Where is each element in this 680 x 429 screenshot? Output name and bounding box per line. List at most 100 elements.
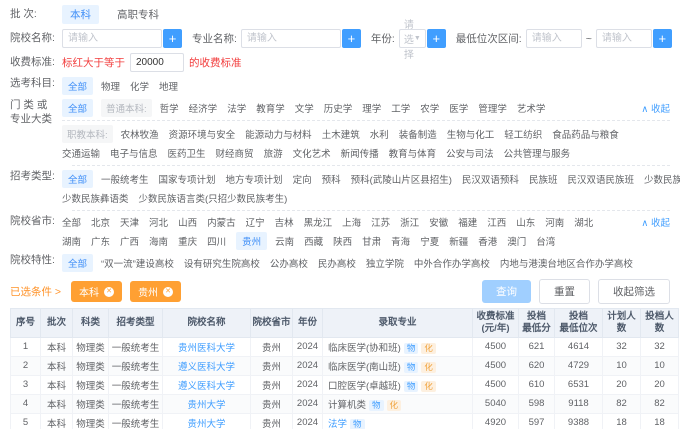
filter-option[interactable]: 土木建筑	[322, 127, 360, 141]
filter-option[interactable]: 水利	[370, 127, 389, 141]
close-icon[interactable]: ✕	[104, 287, 114, 297]
filter-option[interactable]: 交通运输	[62, 146, 100, 160]
filter-option[interactable]: 澳门	[507, 234, 526, 248]
filter-option[interactable]: 历史学	[324, 101, 353, 115]
filter-option[interactable]: 甘肃	[362, 234, 381, 248]
filter-option[interactable]: 能源动力与材料	[245, 127, 312, 141]
rank-range-min-input[interactable]	[526, 29, 582, 48]
fee-threshold-input[interactable]	[130, 53, 184, 72]
filter-option[interactable]: 贵州	[236, 232, 267, 250]
filter-option[interactable]: 化学	[130, 79, 149, 93]
filter-option[interactable]: 物理	[101, 79, 120, 93]
filter-option[interactable]: 吉林	[275, 215, 294, 229]
filter-option[interactable]: 预科(武陵山片区县招生)	[351, 172, 452, 186]
filter-option[interactable]: 广东	[91, 234, 110, 248]
major-name-input[interactable]	[241, 29, 341, 48]
filter-option[interactable]: 国家专项计划	[159, 172, 216, 186]
filter-option[interactable]: 少数民族语言类	[644, 172, 680, 186]
filter-option[interactable]: 湖南	[62, 234, 81, 248]
college-link[interactable]: 遵义医科大学	[163, 356, 251, 375]
filter-option[interactable]: 农林牧渔	[121, 127, 159, 141]
college-link[interactable]: 贵州医科大学	[163, 337, 251, 356]
filter-option[interactable]: 文学	[295, 101, 314, 115]
college-name-input[interactable]	[62, 29, 162, 48]
collapse-filter-button[interactable]: 收起筛选	[598, 279, 670, 304]
query-button[interactable]: 查询	[482, 280, 531, 303]
rank-range-add-button[interactable]: +	[653, 29, 672, 48]
filter-option[interactable]: 旅游	[264, 146, 283, 160]
filter-option[interactable]: 公办高校	[270, 256, 308, 270]
filter-option[interactable]: 江西	[487, 215, 506, 229]
filter-option[interactable]: 全部	[62, 77, 93, 95]
filter-option[interactable]: 四川	[207, 234, 226, 248]
filter-option[interactable]: 浙江	[400, 215, 419, 229]
filter-option[interactable]: 医学	[449, 101, 468, 115]
filter-option[interactable]: 理学	[362, 101, 381, 115]
filter-option[interactable]: 全部	[62, 215, 81, 229]
filter-option[interactable]: 内地与港澳台地区合作办学高校	[500, 256, 633, 270]
filter-option[interactable]: 经济学	[189, 101, 218, 115]
filter-option[interactable]: 民族班	[529, 172, 558, 186]
filter-option[interactable]: 福建	[458, 215, 477, 229]
filter-option[interactable]: 西藏	[304, 234, 323, 248]
filter-option[interactable]: 一般统考生	[101, 172, 149, 186]
year-add-button[interactable]: +	[427, 29, 446, 48]
college-link[interactable]: 贵州大学	[163, 394, 251, 413]
filter-option[interactable]: 工学	[391, 101, 410, 115]
filter-option[interactable]: 台湾	[536, 234, 555, 248]
filter-option[interactable]: 公共管理与服务	[504, 146, 571, 160]
filter-option[interactable]: 山东	[516, 215, 535, 229]
filter-option[interactable]: 定向	[293, 172, 312, 186]
filter-option[interactable]: 山西	[178, 215, 197, 229]
college-link[interactable]: 遵义医科大学	[163, 375, 251, 394]
filter-option[interactable]: 黑龙江	[304, 215, 333, 229]
college-name-add-button[interactable]: +	[163, 29, 182, 48]
filter-option[interactable]: 上海	[342, 215, 361, 229]
filter-option[interactable]: 教育与体育	[389, 146, 437, 160]
filter-option[interactable]: 新疆	[449, 234, 468, 248]
filter-option[interactable]: 地方专项计划	[226, 172, 283, 186]
filter-option[interactable]: 生物与化工	[447, 127, 495, 141]
filter-option[interactable]: 陕西	[333, 234, 352, 248]
filter-option[interactable]: 海南	[149, 234, 168, 248]
filter-option[interactable]: 少数民族语言类(只招少数民族考生)	[139, 191, 288, 205]
collapse-link[interactable]: ∧ 收起	[641, 215, 670, 229]
year-select[interactable]: 请选择 ▼	[399, 29, 426, 48]
close-icon[interactable]: ✕	[163, 287, 173, 297]
filter-option[interactable]: 教育学	[256, 101, 285, 115]
filter-option[interactable]: 管理学	[478, 101, 507, 115]
filter-option[interactable]: 广西	[120, 234, 139, 248]
tab-benke[interactable]: 本科	[62, 5, 99, 24]
filter-option[interactable]: 青海	[391, 234, 410, 248]
major-name-add-button[interactable]: +	[342, 29, 361, 48]
filter-option[interactable]: 全部	[62, 170, 93, 188]
filter-option[interactable]: 全部	[62, 254, 93, 272]
filter-option[interactable]: 装备制造	[399, 127, 437, 141]
filter-option[interactable]: 湖北	[574, 215, 593, 229]
tab-gaozhi-zhuanke[interactable]: 高职专科	[109, 5, 167, 24]
filter-option[interactable]: 辽宁	[246, 215, 265, 229]
filter-option[interactable]: 内蒙古	[207, 215, 236, 229]
filter-option[interactable]: 资源环境与安全	[169, 127, 236, 141]
reset-button[interactable]: 重置	[539, 279, 590, 304]
filter-option[interactable]: 新闻传播	[341, 146, 379, 160]
selected-condition-tag[interactable]: 本科✕	[71, 281, 122, 302]
filter-option[interactable]: 江苏	[371, 215, 390, 229]
college-link[interactable]: 贵州大学	[163, 413, 251, 429]
filter-option[interactable]: 河南	[545, 215, 564, 229]
filter-option[interactable]: “双一流”建设高校	[101, 256, 174, 270]
selected-condition-tag[interactable]: 贵州✕	[130, 281, 181, 302]
filter-option[interactable]: 哲学	[160, 101, 179, 115]
filter-option[interactable]: 全部	[62, 99, 93, 117]
filter-option[interactable]: 设有研究生院高校	[184, 256, 260, 270]
filter-option[interactable]: 民汉双语民族班	[567, 172, 634, 186]
filter-option[interactable]: 宁夏	[420, 234, 439, 248]
filter-option[interactable]: 云南	[275, 234, 294, 248]
filter-option[interactable]: 安徽	[429, 215, 448, 229]
filter-option[interactable]: 天津	[120, 215, 139, 229]
filter-option[interactable]: 北京	[91, 215, 110, 229]
filter-option[interactable]: 香港	[478, 234, 497, 248]
filter-option[interactable]: 地理	[159, 79, 178, 93]
filter-option[interactable]: 食品药品与粮食	[552, 127, 619, 141]
filter-option[interactable]: 文化艺术	[293, 146, 331, 160]
